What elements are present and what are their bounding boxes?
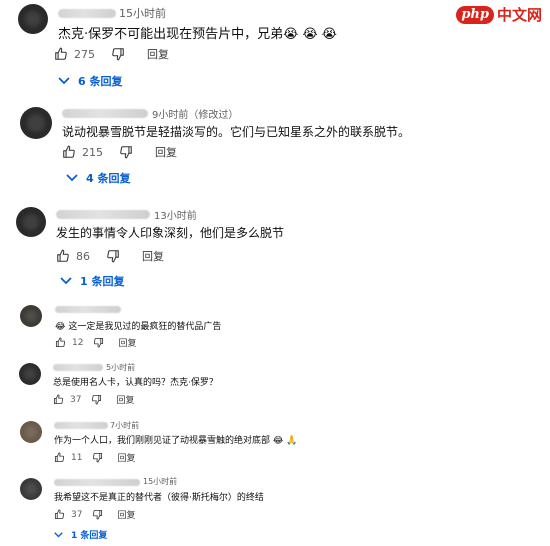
dislike-icon[interactable]: [111, 47, 125, 61]
avatar[interactable]: [20, 421, 42, 443]
reply-button[interactable]: 回复: [116, 393, 134, 406]
like-count: 37: [71, 509, 83, 520]
avatar[interactable]: [20, 107, 52, 139]
like-icon[interactable]: [54, 509, 65, 520]
comment-text: 作为一个人口，我们刚刚见证了动视暴雪触的绝对底部 😂 🙏: [54, 436, 298, 446]
comment-timestamp[interactable]: 7小时前: [110, 420, 139, 431]
comment-actions: 11 回复: [54, 451, 135, 464]
like-icon[interactable]: [53, 394, 64, 405]
comment-1: 15小时前 杰克·保罗不可能出现在预告片中，兄弟😭 😭 😭 275 回复 6 条…: [0, 0, 550, 100]
dislike-icon[interactable]: [92, 452, 103, 463]
like-icon[interactable]: [54, 47, 68, 61]
dislike-icon[interactable]: [93, 337, 104, 348]
comment-timestamp[interactable]: 13小时前: [154, 207, 197, 222]
reply-button[interactable]: 回复: [155, 144, 177, 160]
replies-count: 1 条回复: [71, 531, 108, 541]
author-name[interactable]: [54, 479, 140, 486]
replies-count: 1 条回复: [80, 275, 125, 288]
replies-count: 6 条回复: [78, 75, 123, 88]
comment-text: 总是使用名人卡，认真的吗？杰克·保罗？: [53, 378, 218, 388]
like-icon[interactable]: [62, 145, 76, 159]
comment-actions: 275 回复: [54, 46, 169, 62]
like-count: 86: [76, 249, 90, 263]
comment-actions: 215 回复: [62, 144, 177, 160]
like-count: 12: [72, 337, 84, 348]
comment-actions: 37 回复: [54, 508, 135, 521]
chevron-down-icon: [54, 531, 63, 537]
author-name[interactable]: [55, 306, 121, 313]
comment-text: 说动视暴雪脱节是轻描淡写的。它们与已知星系之外的联系脱节。: [62, 125, 411, 139]
reply-button[interactable]: 回复: [117, 451, 135, 464]
comment-5: 5小时前 总是使用名人卡，认真的吗？杰克·保罗？ 37 回复: [0, 357, 550, 412]
comment-text: 我希望这不是真正的替代者（彼得·斯托梅尔）的终结: [54, 493, 264, 503]
chevron-down-icon: [58, 77, 70, 85]
avatar[interactable]: [18, 4, 48, 34]
dislike-icon[interactable]: [92, 509, 103, 520]
comment-actions: 12 回复: [55, 336, 136, 349]
comment-timestamp[interactable]: 15小时前: [143, 476, 177, 487]
like-icon[interactable]: [56, 249, 70, 263]
comment-4: 😂 这一定是我见过的最疯狂的替代品广告 12 回复: [0, 300, 550, 355]
dislike-icon[interactable]: [119, 145, 133, 159]
comment-timestamp[interactable]: 9小时前（修改过）: [152, 106, 238, 121]
author-name[interactable]: [62, 109, 148, 118]
view-replies-button[interactable]: 4 条回复: [66, 170, 130, 186]
like-count: 37: [70, 394, 82, 405]
comment-actions: 37 回复: [53, 393, 134, 406]
dislike-icon[interactable]: [106, 249, 120, 263]
view-replies-button[interactable]: 1 条回复: [60, 273, 124, 289]
comment-6: 7小时前 作为一个人口，我们刚刚见证了动视暴雪触的绝对底部 😂 🙏 11 回复: [0, 414, 550, 469]
comment-actions: 86 回复: [56, 248, 164, 264]
comment-text: 杰克·保罗不可能出现在预告片中，兄弟😭 😭 😭: [58, 27, 337, 42]
reply-button[interactable]: 回复: [147, 46, 169, 62]
comment-7: 15小时前 我希望这不是真正的替代者（彼得·斯托梅尔）的终结 37 回复 1 条…: [0, 470, 550, 546]
like-icon[interactable]: [55, 337, 66, 348]
avatar[interactable]: [16, 207, 46, 237]
chevron-down-icon: [60, 277, 72, 285]
comment-3: 13小时前 发生的事情令人印象深刻，他们是多么脱节 86 回复 1 条回复: [0, 200, 550, 290]
like-count: 215: [82, 145, 103, 159]
comment-2: 9小时前（修改过） 说动视暴雪脱节是轻描淡写的。它们与已知星系之外的联系脱节。 …: [0, 100, 550, 195]
author-name[interactable]: [53, 364, 103, 371]
avatar[interactable]: [19, 363, 41, 385]
replies-count: 4 条回复: [86, 172, 131, 185]
avatar[interactable]: [20, 478, 42, 500]
comment-text: 发生的事情令人印象深刻，他们是多么脱节: [56, 226, 285, 240]
chevron-down-icon: [66, 174, 78, 182]
author-name[interactable]: [58, 9, 116, 18]
reply-button[interactable]: 回复: [118, 336, 136, 349]
comment-timestamp[interactable]: 5小时前: [106, 362, 135, 373]
view-replies-button[interactable]: 1 条回复: [54, 528, 107, 541]
avatar[interactable]: [20, 305, 42, 327]
author-name[interactable]: [56, 210, 150, 219]
view-replies-button[interactable]: 6 条回复: [58, 73, 122, 89]
like-count: 275: [74, 47, 95, 61]
reply-button[interactable]: 回复: [117, 508, 135, 521]
comment-text: 😂 这一定是我见过的最疯狂的替代品广告: [55, 322, 222, 332]
comment-timestamp[interactable]: 15小时前: [119, 5, 166, 21]
author-name[interactable]: [54, 422, 108, 429]
dislike-icon[interactable]: [91, 394, 102, 405]
like-count: 11: [71, 452, 83, 463]
reply-button[interactable]: 回复: [142, 248, 164, 264]
like-icon[interactable]: [54, 452, 65, 463]
